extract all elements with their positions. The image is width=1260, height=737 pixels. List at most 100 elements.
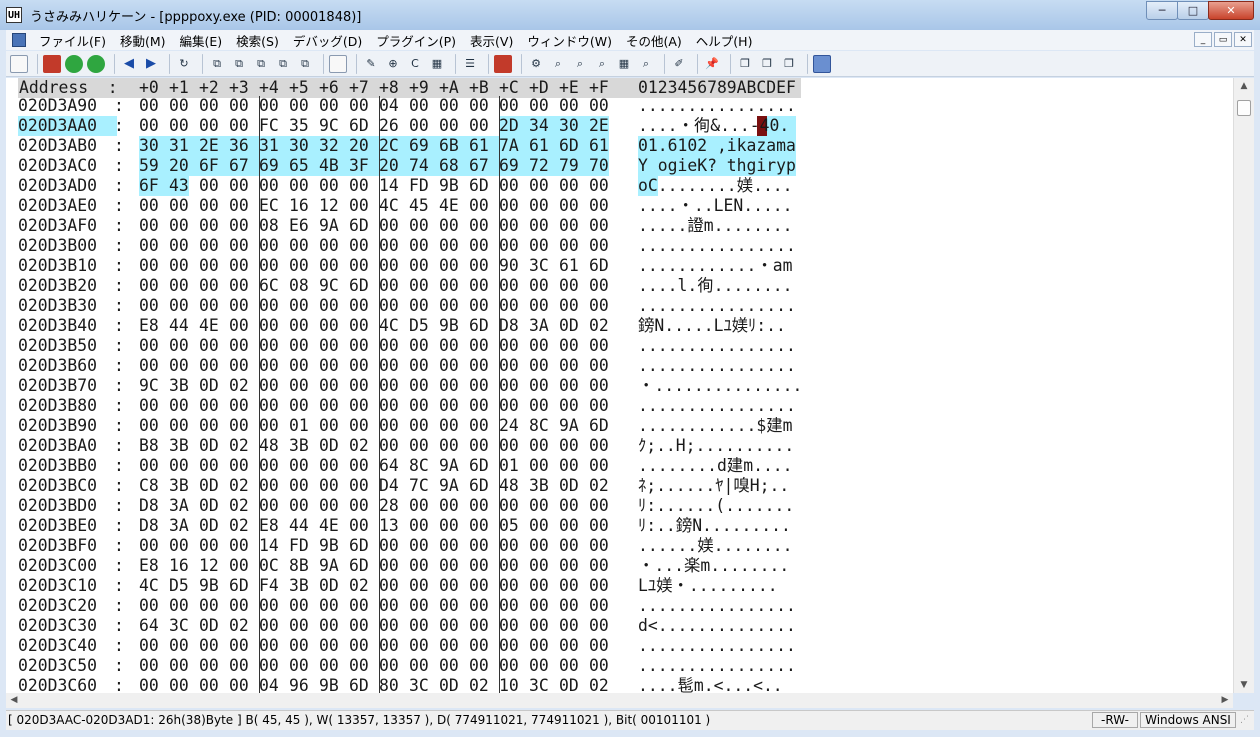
hex-byte[interactable]: 02: [589, 316, 609, 336]
hex-byte[interactable]: 00: [319, 596, 339, 616]
hex-byte[interactable]: 00: [559, 616, 579, 636]
hex-byte[interactable]: 00: [199, 116, 219, 136]
hex-byte[interactable]: 0D: [199, 496, 219, 516]
hex-byte[interactable]: 00: [589, 556, 609, 576]
document-icon[interactable]: [12, 33, 26, 47]
hex-byte[interactable]: 31: [259, 136, 289, 156]
hex-byte[interactable]: 00: [409, 516, 429, 536]
hex-byte[interactable]: 00: [529, 336, 549, 356]
hex-byte[interactable]: 00: [469, 116, 489, 136]
hex-byte[interactable]: 00: [469, 256, 489, 276]
hex-byte[interactable]: 00: [469, 396, 489, 416]
hex-byte[interactable]: 6D: [589, 416, 609, 436]
hex-byte[interactable]: 00: [499, 536, 519, 556]
ascii-text[interactable]: ................: [638, 656, 796, 676]
hex-byte[interactable]: E8: [259, 516, 279, 536]
hex-byte[interactable]: 02: [349, 576, 369, 596]
hex-byte[interactable]: 00: [529, 496, 549, 516]
hex-byte[interactable]: 00: [139, 296, 159, 316]
hex-byte[interactable]: 00: [409, 296, 429, 316]
hex-byte[interactable]: 01: [289, 416, 309, 436]
status-encoding[interactable]: Windows ANSI: [1140, 712, 1236, 728]
struct-icon[interactable]: ☰: [461, 55, 479, 73]
hex-byte[interactable]: 00: [169, 656, 189, 676]
hex-row[interactable]: 020D3C60:00 00 00 00 04 96 9B 6D 80 3C 0D 02 10 3C 0D 0…: [6, 676, 1233, 693]
hex-byte[interactable]: 00: [259, 616, 279, 636]
close-button[interactable]: ✕: [1208, 1, 1254, 20]
circle-g-icon[interactable]: [87, 54, 105, 73]
search-icon[interactable]: ⌕: [571, 55, 589, 73]
copy-icon[interactable]: ⧉: [274, 55, 292, 73]
hex-byte[interactable]: 8B: [289, 556, 309, 576]
hex-byte[interactable]: 00: [439, 336, 459, 356]
hex-byte[interactable]: 00: [259, 656, 279, 676]
hex-byte[interactable]: 00: [229, 596, 249, 616]
hex-row[interactable]: 020D3B80:00 00 00 00 00 00 00 00 00 00 00 00 00 00 00 0…: [6, 396, 1233, 416]
hex-byte[interactable]: 24: [499, 416, 519, 436]
ascii-text[interactable]: Lﾕ媄・.........: [638, 576, 778, 596]
hex-byte[interactable]: 00: [469, 616, 489, 636]
hex-byte[interactable]: 00: [289, 336, 309, 356]
hex-byte[interactable]: 00: [319, 96, 339, 116]
hex-byte[interactable]: 2C: [379, 136, 409, 156]
hex-byte[interactable]: D8: [139, 516, 159, 536]
doc-icon[interactable]: [10, 54, 28, 73]
hex-byte[interactable]: 0D: [199, 376, 219, 396]
hex-byte[interactable]: 00: [439, 96, 459, 116]
hex-byte[interactable]: 6C: [259, 276, 279, 296]
hex-byte[interactable]: 32: [319, 136, 349, 156]
hex-byte[interactable]: 00: [589, 376, 609, 396]
hex-byte[interactable]: 00: [229, 676, 249, 693]
hex-byte[interactable]: 0D: [199, 476, 219, 496]
hex-byte[interactable]: 00: [529, 516, 549, 536]
hex-row[interactable]: 020D3C20:00 00 00 00 00 00 00 00 00 00 00 00 00 00 00 0…: [6, 596, 1233, 616]
hex-byte[interactable]: FC: [259, 116, 279, 136]
win-icon[interactable]: ❐: [758, 55, 776, 73]
hex-byte[interactable]: 00: [169, 456, 189, 476]
ascii-text[interactable]: ................: [638, 296, 796, 316]
hex-byte[interactable]: 9B: [199, 576, 219, 596]
hex-byte[interactable]: 00: [409, 616, 429, 636]
hex-byte[interactable]: 00: [259, 236, 279, 256]
hex-byte[interactable]: 61: [469, 136, 499, 156]
hex-byte[interactable]: 6D: [349, 116, 369, 136]
hex-row[interactable]: 020D3B60:00 00 00 00 00 00 00 00 00 00 00 00 00 00 00 0…: [6, 356, 1233, 376]
hex-byte[interactable]: 00: [259, 296, 279, 316]
hex-byte[interactable]: 00: [199, 416, 219, 436]
hex-byte[interactable]: 00: [439, 256, 459, 276]
ascii-text[interactable]: ................: [638, 336, 796, 356]
hex-byte[interactable]: 4B: [319, 156, 349, 176]
hex-byte[interactable]: 00: [499, 636, 519, 656]
hex-byte[interactable]: 00: [499, 216, 519, 236]
hex-byte[interactable]: 00: [439, 276, 459, 296]
hex-byte[interactable]: 10: [499, 676, 519, 693]
hex-byte[interactable]: 8C: [529, 416, 549, 436]
hex-byte[interactable]: 6F: [199, 156, 229, 176]
hex-byte[interactable]: 00: [499, 596, 519, 616]
hex-byte[interactable]: 28: [379, 496, 399, 516]
hex-row[interactable]: 020D3C50:00 00 00 00 00 00 00 00 00 00 00 00 00 00 00 0…: [6, 656, 1233, 676]
hex-byte[interactable]: 02: [229, 376, 249, 396]
hex-byte[interactable]: 00: [379, 276, 399, 296]
hex-byte[interactable]: 00: [259, 496, 279, 516]
hex-row[interactable]: 020D3B50:00 00 00 00 00 00 00 00 00 00 00 00 00 00 00 0…: [6, 336, 1233, 356]
hex-byte[interactable]: 00: [589, 456, 609, 476]
hex-byte[interactable]: 00: [319, 656, 339, 676]
hex-byte[interactable]: FD: [409, 176, 429, 196]
hex-byte[interactable]: 00: [349, 596, 369, 616]
hex-byte[interactable]: 00: [319, 236, 339, 256]
hex-byte[interactable]: 00: [529, 596, 549, 616]
ascii-text[interactable]: ....髢m.<...<..: [638, 676, 783, 693]
hex-byte[interactable]: 00: [319, 316, 339, 336]
hex-byte[interactable]: 64: [139, 616, 159, 636]
hex-byte[interactable]: 00: [229, 216, 249, 236]
hex-byte[interactable]: 00: [529, 536, 549, 556]
hex-byte[interactable]: 04: [379, 96, 399, 116]
hex-byte[interactable]: 00: [319, 456, 339, 476]
hex-byte[interactable]: 00: [229, 296, 249, 316]
hex-byte[interactable]: 9B: [439, 176, 459, 196]
hex-byte[interactable]: 00: [559, 396, 579, 416]
hex-byte[interactable]: E8: [139, 556, 159, 576]
copy-icon[interactable]: ⧉: [230, 55, 248, 73]
hex-byte[interactable]: 69: [499, 156, 529, 176]
